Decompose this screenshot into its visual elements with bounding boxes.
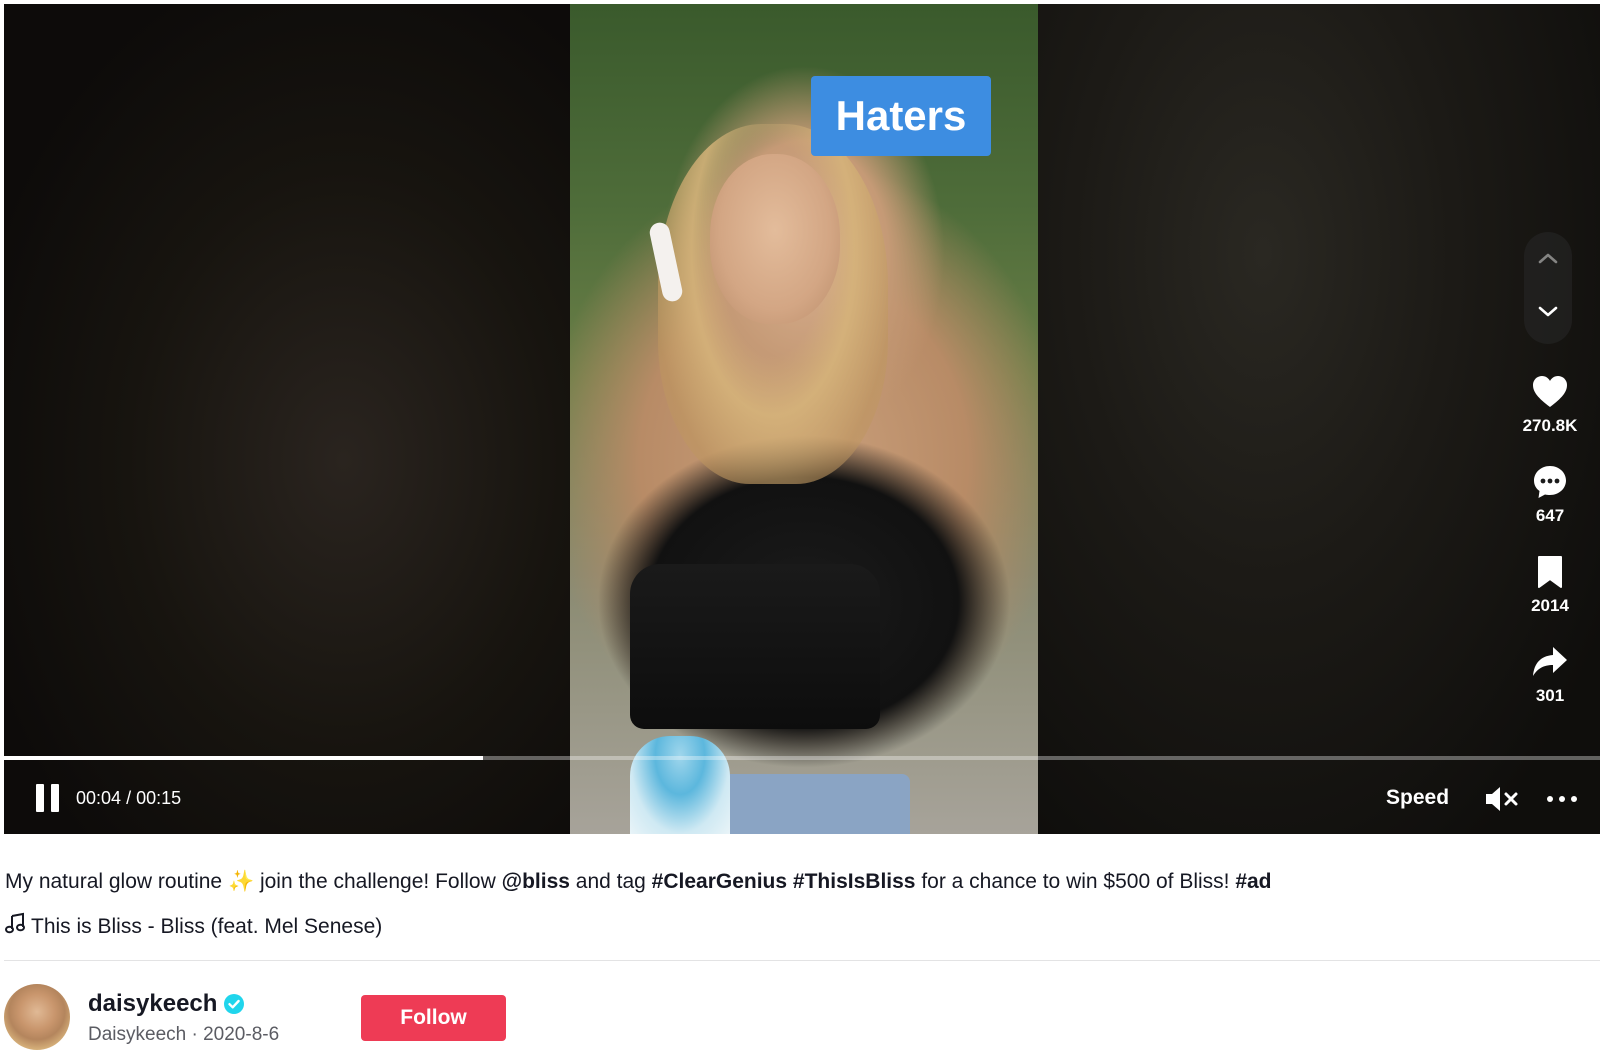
video-subject-face [710,154,840,324]
mention-link[interactable]: @bliss [502,870,570,893]
like-action[interactable]: 270.8K [1510,372,1590,436]
playback-time: 00:04 / 00:15 [76,788,181,809]
follow-button[interactable]: Follow [361,995,506,1041]
verified-icon [223,993,245,1015]
author-username-text[interactable]: daisykeech [88,990,217,1018]
caption-text: join the challenge! Follow [254,870,502,893]
video-text-sticker: Haters [811,76,991,156]
more-icon[interactable] [1544,785,1580,813]
divider [4,960,1600,961]
elapsed-time: 00:04 [76,788,122,808]
player-controls: 00:04 / 00:15 Speed [4,772,1600,828]
music-title[interactable]: This is Bliss - Bliss (feat. Mel Senese) [31,913,382,941]
author-subline: Daisykeech · 2020-8-6 [88,1024,279,1046]
post-date: 2020-8-6 [203,1024,280,1045]
sparkles-emoji: ✨ [227,870,255,893]
save-action[interactable]: 2014 [1510,552,1590,616]
hashtag-link[interactable]: #ad [1235,870,1271,893]
share-icon[interactable] [1530,642,1570,682]
share-count: 301 [1535,686,1565,705]
avatar[interactable] [4,984,70,1050]
time-separator: / [126,788,137,808]
video-nav-pill [1524,232,1572,344]
author-username[interactable]: daisykeech [88,990,245,1018]
hashtag-link[interactable]: #ThisIsBliss [793,870,916,893]
like-count: 270.8K [1522,416,1578,435]
video-subject-top [630,564,880,729]
chevron-up-icon[interactable] [1536,246,1560,270]
heart-icon[interactable] [1530,372,1570,412]
save-count: 2014 [1531,596,1569,615]
share-action[interactable]: 301 [1510,642,1590,706]
video-player[interactable] [4,4,1600,834]
caption-text: for a chance to win $500 of Bliss! [915,870,1236,893]
progress-bar[interactable] [4,756,1600,760]
hashtag-link[interactable]: #ClearGenius [652,870,787,893]
author-nickname: Daisykeech [88,1024,187,1045]
mute-icon[interactable] [1484,785,1520,813]
caption-text: and tag [569,870,652,893]
music-link[interactable]: This is Bliss - Bliss (feat. Mel Senese) [5,912,382,942]
progress-bar-fill [4,756,483,760]
post-caption: My natural glow routine ✨ join the chall… [5,868,1595,896]
comment-count: 647 [1535,506,1565,525]
comment-action[interactable]: 647 [1510,462,1590,526]
caption-text: My natural glow routine [5,870,228,893]
chevron-down-icon[interactable] [1536,300,1560,324]
bookmark-icon[interactable] [1530,552,1570,592]
total-duration: 00:15 [136,788,182,808]
comment-icon[interactable] [1530,462,1570,502]
subline-separator: · [186,1024,204,1045]
speed-button[interactable]: Speed [1386,786,1449,810]
pause-icon[interactable] [36,784,62,812]
blurred-backdrop-left [4,4,570,834]
music-note-icon [5,912,25,942]
